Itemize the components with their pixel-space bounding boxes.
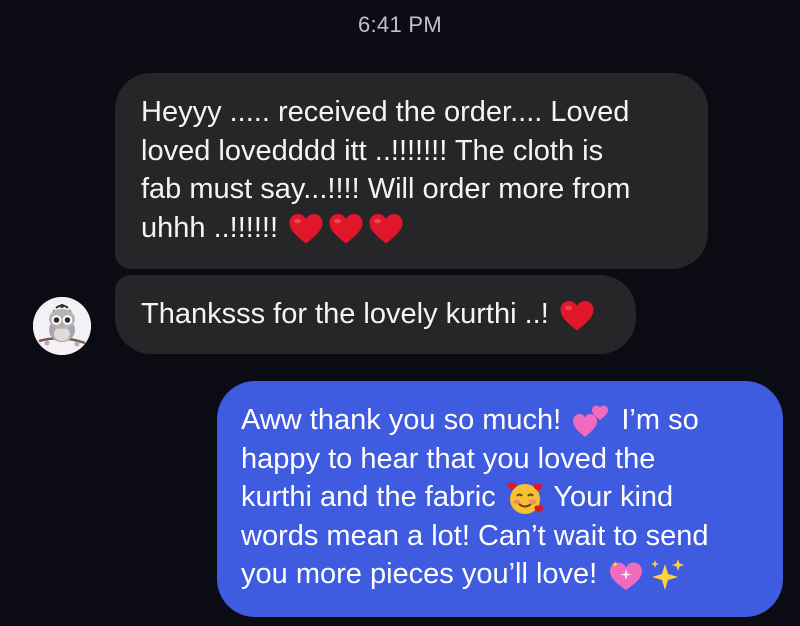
message-text-line: kurthi and the fabric Your kind [241, 478, 763, 517]
message-timestamp: 6:41 PM [357, 12, 443, 37]
message-text-line: uhhh ..!!!!!! [141, 209, 682, 248]
message-text-line: loved lovedddd itt ..!!!!!!! The cloth i… [141, 134, 604, 167]
message-text-fragment: you more pieces you’ll love! [241, 558, 598, 590]
red-heart-icon [329, 214, 363, 244]
two-hearts-icon [573, 405, 609, 438]
red-heart-icon [369, 214, 403, 244]
message-text-line: you more pieces you’ll love! [241, 555, 763, 594]
red-heart-icon [289, 214, 323, 244]
message-text-line: Thanksss for the lovely kurthi ..! [141, 295, 610, 334]
smiling-face-with-hearts-icon [507, 482, 544, 515]
message-text-fragment: kurthi and the fabric [241, 481, 496, 513]
message-text-line: fab must say...!!!! Will order more from [141, 173, 631, 205]
sparkles-icon [651, 559, 685, 591]
message-text-fragment: I’m so [621, 404, 699, 436]
incoming-message-bubble[interactable]: Heyyy ..... received the order.... Loved… [115, 73, 708, 269]
message-text-fragment: uhhh ..!!!!!! [141, 211, 279, 244]
sender-avatar[interactable] [33, 297, 91, 355]
owl-avatar-icon [33, 297, 91, 355]
outgoing-message-bubble[interactable]: Aww thank you so much! I’m so happy to h… [217, 381, 783, 617]
message-text-line: happy to hear that you loved the [241, 442, 656, 475]
chat-screen: 6:41 PM Heyyy ..... received the order..… [0, 0, 800, 626]
sparkling-heart-icon [610, 561, 643, 591]
message-text-fragment: Aww thank you so much! [241, 404, 562, 436]
message-text-fragment: Your kind [553, 481, 674, 513]
incoming-message-bubble[interactable]: Thanksss for the lovely kurthi ..! [115, 275, 636, 354]
red-heart-icon [560, 300, 594, 331]
message-text-line: Heyyy ..... received the order.... Loved [141, 96, 630, 128]
message-text-fragment: Thanksss for the lovely kurthi ..! [141, 298, 549, 330]
message-text-line: words mean a lot! Can’t wait to send [241, 519, 709, 552]
message-text-line: Aww thank you so much! I’m so [241, 401, 763, 440]
